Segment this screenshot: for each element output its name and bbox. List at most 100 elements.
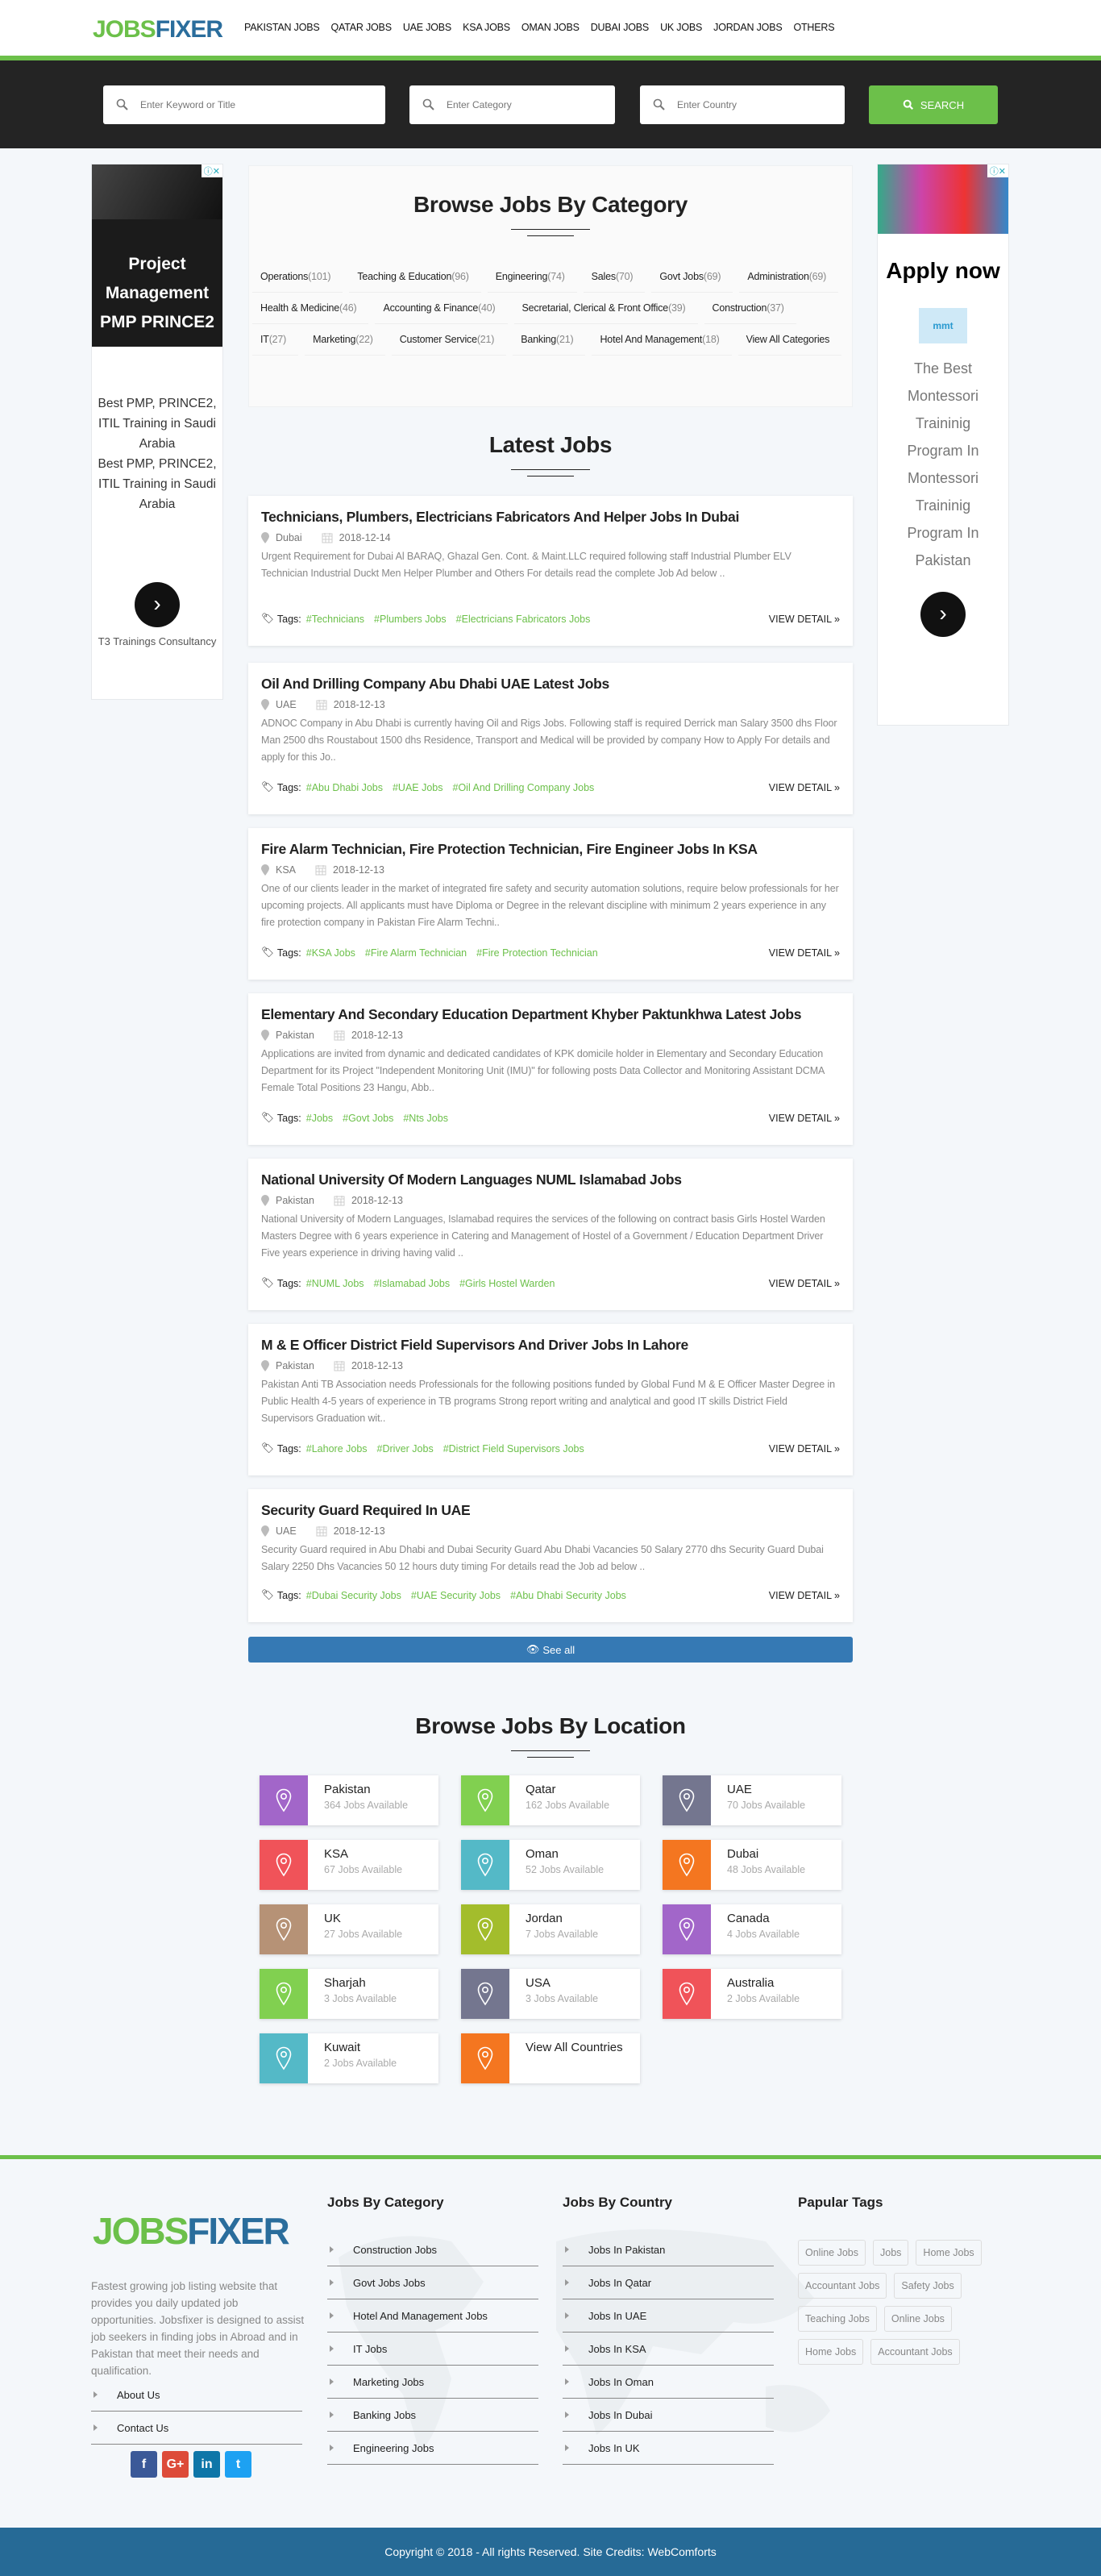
nav-item[interactable]: DUBAI JOBS (591, 22, 650, 33)
view-detail-link[interactable]: VIEW DETAIL » (769, 614, 840, 625)
location-tile[interactable]: Pakistan 364 Jobs Available (260, 1775, 438, 1825)
job-tag[interactable]: #Fire Protection Technician (476, 947, 598, 959)
category-item[interactable]: Accounting & Finance(40) (375, 293, 508, 324)
view-detail-link[interactable]: VIEW DETAIL » (769, 947, 840, 959)
location-tile[interactable]: Canada 4 Jobs Available (663, 1904, 841, 1954)
job-tag[interactable]: #Driver Jobs (377, 1443, 434, 1454)
job-tag[interactable]: #Plumbers Jobs (374, 614, 447, 625)
job-title[interactable]: Technicians, Plumbers, Electricians Fabr… (261, 509, 840, 526)
job-tag[interactable]: #Abu Dhabi Security Jobs (510, 1590, 626, 1601)
location-tile[interactable]: Oman 52 Jobs Available (461, 1840, 640, 1890)
nav-item[interactable]: QATAR JOBS (331, 22, 393, 33)
job-title[interactable]: Fire Alarm Technician, Fire Protection T… (261, 841, 840, 858)
footer-tag[interactable]: Online Jobs (798, 2240, 866, 2266)
job-title[interactable]: Oil And Drilling Company Abu Dhabi UAE L… (261, 676, 840, 693)
category-item[interactable]: Banking(21) (513, 324, 586, 356)
footer-link[interactable]: Contact Us (91, 2412, 302, 2445)
nav-item[interactable]: KSA JOBS (463, 22, 510, 33)
ad-left[interactable]: ⓘ✕ Project Management PMP PRINCE2 Best P… (91, 164, 223, 700)
keyword-input[interactable] (140, 99, 356, 110)
job-tag[interactable]: #Electricians Fabricators Jobs (456, 614, 591, 625)
category-item[interactable]: Administration(69) (739, 261, 839, 293)
nav-item[interactable]: JORDAN JOBS (713, 22, 783, 33)
view-detail-link[interactable]: VIEW DETAIL » (769, 1278, 840, 1289)
category-item[interactable]: Secretarial, Clerical & Front Office(39) (513, 293, 698, 324)
chevron-right-icon[interactable]: › (920, 592, 966, 637)
footer-category-link[interactable]: Banking Jobs (327, 2399, 538, 2432)
footer-country-link[interactable]: Jobs In Pakistan (563, 2233, 774, 2266)
job-title[interactable]: M & E Officer District Field Supervisors… (261, 1337, 840, 1354)
country-input[interactable] (677, 99, 831, 110)
category-item[interactable]: Construction(37) (704, 293, 796, 324)
footer-tag[interactable]: Home Jobs (916, 2240, 982, 2266)
footer-link[interactable]: About Us (91, 2378, 302, 2412)
nav-item[interactable]: OMAN JOBS (521, 22, 580, 33)
category-item[interactable]: Marketing(22) (305, 324, 385, 356)
footer-country-link[interactable]: Jobs In UK (563, 2432, 774, 2465)
footer-logo[interactable]: JOBSFIXER (93, 2209, 290, 2253)
facebook-icon[interactable]: f (131, 2451, 157, 2478)
footer-country-link[interactable]: Jobs In Oman (563, 2366, 774, 2399)
footer-category-link[interactable]: Govt Jobs Jobs (327, 2266, 538, 2299)
footer-category-link[interactable]: IT Jobs (327, 2333, 538, 2366)
job-tag[interactable]: #Dubai Security Jobs (306, 1590, 401, 1601)
chevron-right-icon[interactable]: › (135, 582, 180, 627)
footer-category-link[interactable]: Engineering Jobs (327, 2432, 538, 2465)
footer-category-link[interactable]: Hotel And Management Jobs (327, 2299, 538, 2333)
category-item[interactable]: Sales(70) (583, 261, 646, 293)
footer-category-link[interactable]: Construction Jobs (327, 2233, 538, 2266)
logo[interactable]: JOBSFIXER (93, 16, 223, 44)
location-tile[interactable]: UK 27 Jobs Available (260, 1904, 438, 1954)
see-all-button[interactable]: 👁 See all (248, 1637, 853, 1663)
footer-country-link[interactable]: Jobs In Qatar (563, 2266, 774, 2299)
category-item[interactable]: Govt Jobs(69) (651, 261, 733, 293)
search-button[interactable]: SEARCH (869, 85, 998, 124)
category-item[interactable]: Health & Medicine(46) (252, 293, 369, 324)
job-tag[interactable]: #Nts Jobs (403, 1113, 448, 1124)
view-detail-link[interactable]: VIEW DETAIL » (769, 1113, 840, 1124)
ad-close-icon[interactable]: ⓘ✕ (201, 164, 222, 177)
google-plus-icon[interactable]: G+ (162, 2451, 189, 2478)
footer-tag[interactable]: Online Jobs (883, 2306, 952, 2332)
location-tile[interactable]: Sharjah 3 Jobs Available (260, 1969, 438, 2019)
footer-category-link[interactable]: Marketing Jobs (327, 2366, 538, 2399)
nav-item[interactable]: UAE JOBS (403, 22, 451, 33)
view-detail-link[interactable]: VIEW DETAIL » (769, 1590, 840, 1601)
category-item[interactable]: Operations(101) (252, 261, 343, 293)
category-item[interactable]: Teaching & Education(96) (349, 261, 481, 293)
view-detail-link[interactable]: VIEW DETAIL » (769, 1443, 840, 1454)
location-tile[interactable]: Dubai 48 Jobs Available (663, 1840, 841, 1890)
location-tile[interactable]: Kuwait 2 Jobs Available (260, 2033, 438, 2083)
job-tag[interactable]: #UAE Security Jobs (411, 1590, 501, 1601)
job-title[interactable]: Elementary And Secondary Education Depar… (261, 1006, 840, 1023)
job-title[interactable]: National University Of Modern Languages … (261, 1171, 840, 1188)
job-tag[interactable]: #Fire Alarm Technician (365, 947, 467, 959)
linkedin-icon[interactable]: in (193, 2451, 220, 2478)
ad-close-icon[interactable]: ⓘ✕ (987, 164, 1008, 177)
footer-tag[interactable]: Home Jobs (798, 2339, 864, 2365)
location-tile[interactable]: KSA 67 Jobs Available (260, 1840, 438, 1890)
job-title[interactable]: Security Guard Required In UAE (261, 1502, 840, 1519)
footer-tag[interactable]: Accountant Jobs (798, 2273, 887, 2299)
category-item[interactable]: View All Categories (737, 324, 842, 356)
location-tile[interactable]: Jordan 7 Jobs Available (461, 1904, 640, 1954)
nav-item[interactable]: OTHERS (793, 22, 834, 33)
job-tag[interactable]: #Jobs (306, 1113, 333, 1124)
location-tile[interactable]: Qatar 162 Jobs Available (461, 1775, 640, 1825)
footer-tag[interactable]: Safety Jobs (894, 2273, 962, 2299)
location-tile[interactable]: View All Countries (461, 2033, 640, 2083)
job-tag[interactable]: #Abu Dhabi Jobs (306, 782, 383, 793)
location-tile[interactable]: Australia 2 Jobs Available (663, 1969, 841, 2019)
category-item[interactable]: Customer Service(21) (391, 324, 507, 356)
footer-tag[interactable]: Teaching Jobs (798, 2306, 877, 2332)
nav-item[interactable]: PAKISTAN JOBS (244, 22, 320, 33)
footer-tag[interactable]: Jobs (873, 2240, 909, 2266)
job-tag[interactable]: #Technicians (306, 614, 364, 625)
twitter-icon[interactable]: t (225, 2451, 251, 2478)
view-detail-link[interactable]: VIEW DETAIL » (769, 782, 840, 793)
location-tile[interactable]: UAE 70 Jobs Available (663, 1775, 841, 1825)
job-tag[interactable]: #NUML Jobs (306, 1278, 364, 1289)
job-tag[interactable]: #KSA Jobs (306, 947, 355, 959)
location-tile[interactable]: USA 3 Jobs Available (461, 1969, 640, 2019)
footer-country-link[interactable]: Jobs In Dubai (563, 2399, 774, 2432)
